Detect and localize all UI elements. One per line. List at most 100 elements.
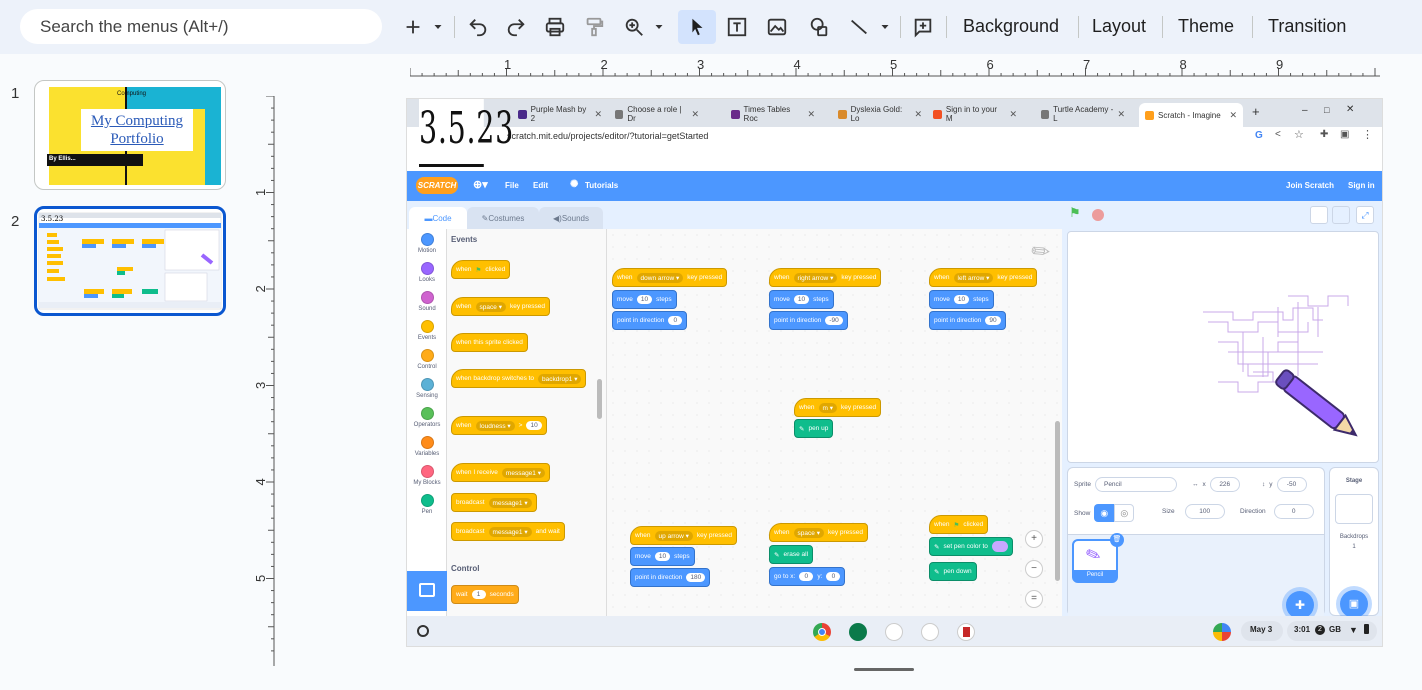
steps-input[interactable]: 10 (654, 552, 671, 561)
category-my-blocks[interactable]: My Blocks (407, 465, 447, 486)
launcher-icon[interactable] (417, 625, 429, 637)
background-button[interactable]: Background (963, 16, 1059, 37)
print-icon[interactable] (543, 10, 567, 44)
pen-color-swatch[interactable] (991, 541, 1008, 552)
close-tab-icon[interactable]: ✕ (594, 109, 602, 120)
classroom-icon[interactable] (849, 623, 867, 641)
sensor-dropdown[interactable]: loudness ▾ (475, 420, 515, 431)
slide-thumbnail-2[interactable]: 3.5.23 (34, 206, 226, 316)
paint-format-icon[interactable] (582, 10, 606, 44)
sprite-name-input[interactable]: Pencil (1094, 477, 1177, 492)
tab-code[interactable]: ▬ Code (409, 207, 467, 229)
undo-icon[interactable] (466, 10, 490, 44)
extensions-icon[interactable]: ✚ (1320, 129, 1328, 140)
zoom-chevron-icon[interactable] (651, 10, 667, 44)
go-to-xy-block[interactable]: go to x: 0 y: 0 (769, 567, 846, 586)
close-tab-icon[interactable]: ✕ (691, 109, 699, 120)
when-sprite-clicked-block[interactable]: when this sprite clicked (451, 333, 528, 352)
new-tab-icon[interactable]: + (1252, 104, 1260, 119)
when-space-key-block[interactable]: when space ▾ key pressed (769, 523, 869, 542)
close-tab-icon[interactable]: ✕ (914, 109, 922, 120)
slide-thumbnail-1[interactable]: Computing My Computing Portfolio By Elli… (34, 80, 226, 190)
zoom-out-button[interactable]: − (1025, 560, 1043, 578)
browser-menu-icon[interactable]: ⋮ (1362, 128, 1373, 141)
shape-icon[interactable] (806, 10, 832, 44)
filmstrip-scroll-indicator[interactable] (854, 668, 914, 671)
zoom-in-button[interactable]: + (1025, 530, 1043, 548)
when-left-arrow-block[interactable]: when left arrow ▾ key pressed (929, 268, 1038, 287)
slide-canvas-image[interactable]: Purple Mash by 2 ✕ Choose a role | Dr ✕ Time… (407, 99, 1382, 646)
bookmark-star-icon[interactable]: ☆ (1294, 128, 1304, 141)
point-direction-block[interactable]: point in direction 180 (630, 568, 711, 587)
x-input[interactable]: 0 (799, 572, 814, 581)
add-sprite-button[interactable]: ✚ (1286, 591, 1314, 619)
screenshot-app-icon[interactable] (921, 623, 939, 641)
assistant-icon[interactable] (1213, 623, 1231, 641)
steps-input[interactable]: 10 (953, 295, 970, 304)
chevron-down-icon[interactable] (430, 10, 446, 44)
point-direction-block[interactable]: point in direction 0 (612, 311, 688, 330)
app-icon[interactable] (885, 623, 903, 641)
close-window-icon[interactable]: ✕ (1346, 104, 1354, 115)
close-tab-icon[interactable]: ✕ (1117, 109, 1125, 120)
key-dropdown[interactable]: right arrow ▾ (793, 272, 838, 283)
pen-up-block[interactable]: ✎ pen up (794, 419, 834, 438)
when-backdrop-switches-block[interactable]: when backdrop switches to backdrop1 ▾ (451, 369, 587, 388)
when-i-receive-block[interactable]: when I receive message1 ▾ (451, 463, 550, 482)
when-right-arrow-block[interactable]: when right arrow ▾ key pressed (769, 268, 882, 287)
point-direction-block[interactable]: point in direction 90 (929, 311, 1006, 330)
category-motion[interactable]: Motion (407, 233, 447, 254)
sign-in-link[interactable]: Sign in (1348, 181, 1375, 190)
text-box-icon[interactable] (724, 10, 750, 44)
set-pen-color-block[interactable]: ✎ set pen color to (929, 537, 1013, 556)
plus-icon[interactable] (402, 10, 424, 44)
category-looks[interactable]: Looks (407, 262, 447, 283)
zoom-icon[interactable] (622, 10, 646, 44)
point-direction-block[interactable]: point in direction -90 (769, 311, 848, 330)
when-key-pressed-block[interactable]: when space ▾ key pressed (451, 297, 551, 316)
message-dropdown[interactable]: message1 ▾ (501, 467, 545, 478)
when-up-arrow-block[interactable]: when up arrow ▾ key pressed (630, 526, 737, 545)
globe-icon[interactable]: ⊕▾ (473, 178, 488, 191)
search-menus-input[interactable]: Search the menus (Alt+/) (20, 9, 382, 44)
tutorials-menu[interactable]: Tutorials (585, 181, 618, 190)
wait-seconds-input[interactable]: 1 (471, 590, 486, 599)
show-visible-icon[interactable]: ◉ (1094, 504, 1115, 522)
add-backdrop-button[interactable]: ▣ (1340, 590, 1368, 618)
browser-tab[interactable]: Scratch - Imagine ✕ (1139, 103, 1243, 127)
when-flag-clicked-block[interactable]: when ⚑ clicked (451, 260, 511, 279)
key-dropdown[interactable]: left arrow ▾ (953, 272, 994, 283)
pen-down-block[interactable]: ✎ pen down (929, 562, 977, 581)
browser-tab[interactable]: Purple Mash by 2 ✕ (512, 104, 608, 124)
category-sound[interactable]: Sound (407, 291, 447, 312)
browser-tab[interactable]: Sign in to your M ✕ (927, 104, 1023, 124)
google-lens-icon[interactable]: G (1255, 130, 1263, 141)
small-stage-button[interactable] (1310, 206, 1328, 224)
close-tab-icon[interactable]: ✕ (1229, 110, 1237, 121)
steps-input[interactable]: 10 (793, 295, 810, 304)
category-pen[interactable]: Pen (407, 494, 447, 515)
line-chevron-icon[interactable] (877, 10, 893, 44)
category-events[interactable]: Events (407, 320, 447, 341)
y-input[interactable]: 0 (826, 572, 841, 581)
steps-input[interactable]: 10 (636, 295, 653, 304)
minimize-icon[interactable]: – (1302, 105, 1308, 116)
script-scrollbar[interactable] (1055, 421, 1060, 581)
layout-button[interactable]: Layout (1092, 16, 1146, 37)
browser-tab[interactable]: Times Tables Roc ✕ (725, 104, 821, 124)
tab-sounds[interactable]: ◀) Sounds (539, 207, 603, 229)
stage-target-pane[interactable]: Stage Backdrops 1 ▣ (1329, 467, 1379, 618)
stop-button[interactable] (1092, 209, 1104, 221)
direction-input[interactable]: 0 (1273, 504, 1314, 519)
x-input[interactable]: 226 (1209, 477, 1240, 492)
key-dropdown[interactable]: up arrow ▾ (654, 530, 693, 541)
fullscreen-icon[interactable]: ⤢ (1356, 206, 1374, 224)
side-panel-icon[interactable]: ▣ (1340, 129, 1349, 140)
when-flag-clicked-script[interactable]: when ⚑ clicked (929, 515, 989, 534)
image-icon[interactable] (764, 10, 790, 44)
join-scratch-link[interactable]: Join Scratch (1286, 181, 1334, 190)
erase-all-block[interactable]: ✎ erase all (769, 545, 814, 564)
close-tab-icon[interactable]: ✕ (807, 109, 815, 120)
file-menu[interactable]: File (505, 181, 519, 190)
category-sensing[interactable]: Sensing (407, 378, 447, 399)
